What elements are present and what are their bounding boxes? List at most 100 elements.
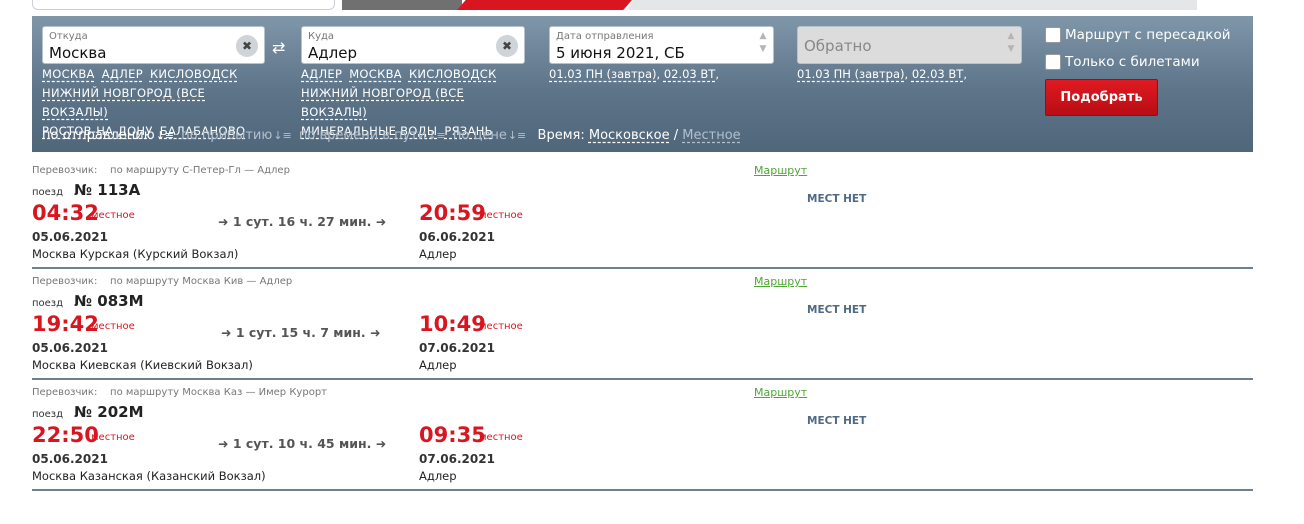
tickets-only-checkbox[interactable] <box>1045 54 1061 70</box>
date-spinner-icon[interactable]: ▲ ▼ <box>757 30 769 60</box>
arrow-right-icon: ➜ <box>370 325 381 340</box>
date-field[interactable]: Дата отправления 5 июня 2021, СБ ▲ ▼ <box>549 26 774 64</box>
date-hint-tomorrow[interactable]: 01.03 ПН (завтра) <box>549 67 657 81</box>
sort-arrival[interactable]: по прибытию <box>181 128 272 143</box>
arrival-station: Адлер <box>419 358 457 372</box>
date-label: Дата отправления <box>556 31 654 42</box>
travel-duration: ➜ 1 сут. 15 ч. 7 мин. ➜ <box>221 325 380 340</box>
carrier-route: по маршруту Москва Кив — Адлер <box>110 276 293 287</box>
to-field[interactable]: Куда Адлер ✖ <box>301 26 525 64</box>
carrier-label: Перевозчик: <box>32 276 98 287</box>
clear-to-icon[interactable]: ✖ <box>496 35 518 57</box>
route-link[interactable]: Маршрут <box>754 386 807 399</box>
tab-light[interactable] <box>627 0 1197 10</box>
arrival-date: 07.06.2021 <box>419 341 495 355</box>
from-quick-link[interactable]: МОСКВА <box>42 67 95 81</box>
swap-direction-icon[interactable]: ⇄ <box>272 38 285 57</box>
transfer-label: Маршрут с пересадкой <box>1065 27 1231 43</box>
carrier-label: Перевозчик: <box>32 165 98 176</box>
no-seats-status: МЕСТ НЕТ <box>807 304 867 316</box>
train-number: № 202М <box>74 403 144 421</box>
departure-station: Москва Курская (Курский Вокзал) <box>32 247 239 261</box>
arrow-right-icon: ➜ <box>218 214 229 229</box>
clear-from-icon[interactable]: ✖ <box>236 35 258 57</box>
from-quick-link[interactable]: НИЖНИЙ НОВГОРОД (ВСЕ ВОКЗАЛЫ) <box>42 86 205 119</box>
departure-time: 19:42 <box>32 312 99 336</box>
arrival-time: 10:49 <box>419 312 486 336</box>
departure-date: 05.06.2021 <box>32 230 108 244</box>
arrival-time: 09:35 <box>419 423 486 447</box>
date-value: 5 июня 2021, СБ <box>556 44 685 62</box>
from-label: Откуда <box>49 31 88 42</box>
tab-dark[interactable] <box>342 0 462 10</box>
departure-local-mark: местное <box>91 321 135 332</box>
to-value: Адлер <box>308 44 357 62</box>
train-row: Перевозчик: по маршруту Москва Каз — Име… <box>32 380 1253 491</box>
return-hint-next[interactable]: 02.03 ВТ <box>912 67 964 81</box>
arrow-right-icon: ➜ <box>375 436 387 451</box>
train-number: № 113А <box>74 181 141 199</box>
transfer-checkbox[interactable] <box>1045 27 1061 43</box>
arrow-right-icon: ➜ <box>218 436 229 451</box>
carrier-info: Перевозчик: по маршруту Москва Каз — Име… <box>32 387 327 398</box>
return-date-field[interactable]: Обратно ▲ ▼ <box>797 26 1022 64</box>
train-label: поезд <box>32 187 64 198</box>
sort-duration[interactable]: по времени в пути <box>299 128 426 143</box>
arrow-right-icon: ➜ <box>221 325 232 340</box>
results-list: Перевозчик: по маршруту С-Петер-Гл — Адл… <box>32 158 1253 491</box>
sort-departure[interactable]: по отправлению <box>42 128 155 143</box>
arrival-time: 20:59 <box>419 201 486 225</box>
transfer-checkbox-row[interactable]: Маршрут с пересадкой <box>1045 27 1231 43</box>
tab-active[interactable] <box>32 0 335 10</box>
arrival-local-mark: местное <box>479 432 523 443</box>
train-number: № 083М <box>74 292 144 310</box>
time-separator: / <box>673 128 679 143</box>
route-link[interactable]: Маршрут <box>754 164 807 177</box>
time-moscow[interactable]: Московское <box>589 128 670 143</box>
travel-duration: ➜ 1 сут. 16 ч. 27 мин. ➜ <box>218 214 386 229</box>
no-seats-status: МЕСТ НЕТ <box>807 193 867 205</box>
departure-date: 05.06.2021 <box>32 452 108 466</box>
time-local[interactable]: Местное <box>682 128 740 143</box>
departure-time: 04:32 <box>32 201 99 225</box>
return-spinner-icon[interactable]: ▲ ▼ <box>1005 30 1017 60</box>
search-button[interactable]: Подобрать <box>1045 79 1158 116</box>
to-quick-link[interactable]: КИСЛОВОДСК <box>409 67 497 81</box>
to-label: Куда <box>308 31 335 42</box>
return-hint-tomorrow[interactable]: 01.03 ПН (завтра) <box>797 67 905 81</box>
to-quick-link[interactable]: МОСКВА <box>349 67 402 81</box>
sort-asc-icon: ↓≡ <box>155 129 175 142</box>
arrival-local-mark: местное <box>479 210 523 221</box>
date-hints: 01.03 ПН (завтра), 02.03 ВТ, <box>549 67 719 81</box>
sort-asc-icon: ↓≡ <box>273 129 292 142</box>
to-quick-link[interactable]: НИЖНИЙ НОВГОРОД (ВСЕ ВОКЗАЛЫ) <box>301 86 464 119</box>
date-hint-next[interactable]: 02.03 ВТ <box>664 67 716 81</box>
tickets-only-checkbox-row[interactable]: Только с билетами <box>1045 54 1200 70</box>
carrier-info: Перевозчик: по маршруту С-Петер-Гл — Адл… <box>32 165 290 176</box>
carrier-route: по маршруту Москва Каз — Имер Курорт <box>110 387 327 398</box>
from-quick-link[interactable]: КИСЛОВОДСК <box>150 67 238 81</box>
sort-asc-icon: ↓≡ <box>507 129 527 142</box>
departure-date: 05.06.2021 <box>32 341 108 355</box>
duration-text: 1 сут. 10 ч. 45 мин. <box>232 436 372 451</box>
train-label: поезд <box>32 409 64 420</box>
duration-text: 1 сут. 15 ч. 7 мин. <box>235 325 366 340</box>
search-panel: Откуда Москва ✖ ⇄ Куда Адлер ✖ Дата отпр… <box>32 16 1253 152</box>
from-quick-link[interactable]: АДЛЕР <box>102 67 143 81</box>
travel-duration: ➜ 1 сут. 10 ч. 45 мин. ➜ <box>218 436 386 451</box>
from-value: Москва <box>49 44 107 62</box>
arrow-right-icon: ➜ <box>375 214 387 229</box>
arrival-local-mark: местное <box>479 321 523 332</box>
return-placeholder: Обратно <box>804 37 872 55</box>
route-link[interactable]: Маршрут <box>754 275 807 288</box>
from-field[interactable]: Откуда Москва ✖ <box>42 26 265 64</box>
departure-station: Москва Киевская (Киевский Вокзал) <box>32 358 253 372</box>
sort-asc-icon: ↓≡ <box>427 129 446 142</box>
departure-local-mark: местное <box>91 210 135 221</box>
departure-station: Москва Казанская (Казанский Вокзал) <box>32 469 266 483</box>
tab-red[interactable] <box>457 0 632 10</box>
duration-text: 1 сут. 16 ч. 27 мин. <box>232 214 372 229</box>
sort-price[interactable]: по цене <box>453 128 507 143</box>
to-quick-link[interactable]: АДЛЕР <box>301 67 342 81</box>
return-hints: 01.03 ПН (завтра), 02.03 ВТ, <box>797 67 967 81</box>
